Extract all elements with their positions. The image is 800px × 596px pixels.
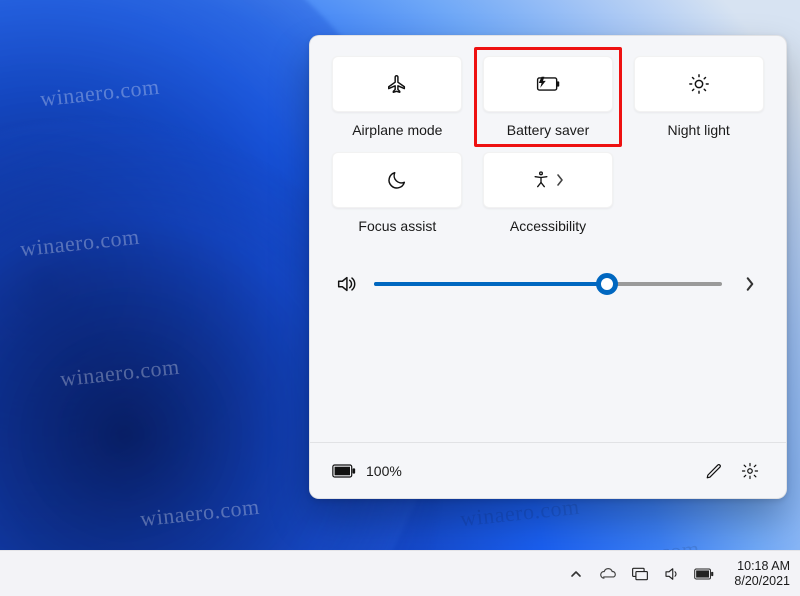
chevron-right-icon (555, 173, 565, 187)
tile-label: Airplane mode (352, 122, 442, 138)
tile-focus-assist: Focus assist (332, 152, 463, 234)
quick-settings-footer: 100% (310, 442, 786, 498)
speaker-icon[interactable] (332, 270, 360, 298)
airplane-mode-toggle[interactable] (332, 56, 462, 112)
tile-label: Focus assist (358, 218, 436, 234)
open-settings-button[interactable] (732, 453, 768, 489)
volume-slider-thumb[interactable] (596, 273, 618, 295)
network-tray-icon[interactable] (630, 564, 650, 584)
battery-percent-text: 100% (366, 463, 402, 479)
battery-tray-icon[interactable] (694, 564, 714, 584)
taskbar: 10:18 AM 8/20/2021 (0, 550, 800, 596)
tile-battery-saver: Battery saver (483, 56, 614, 138)
tray-overflow-button[interactable] (566, 564, 586, 584)
battery-saver-icon (535, 75, 561, 93)
pencil-icon (705, 462, 723, 480)
tile-accessibility: Accessibility (483, 152, 614, 234)
tile-label: Battery saver (507, 122, 589, 138)
gear-icon (741, 462, 759, 480)
battery-status[interactable]: 100% (332, 463, 402, 479)
accessibility-icon (531, 170, 551, 190)
volume-row (332, 270, 764, 298)
airplane-icon (386, 73, 408, 95)
quick-settings-flyout: Airplane mode Battery saver (309, 35, 787, 499)
tile-label: Accessibility (510, 218, 586, 234)
volume-flyout-expand[interactable] (736, 270, 764, 298)
moon-icon (386, 169, 408, 191)
tile-night-light: Night light (633, 56, 764, 138)
volume-slider[interactable] (374, 282, 722, 286)
tile-airplane-mode: Airplane mode (332, 56, 463, 138)
tile-label: Night light (668, 122, 730, 138)
night-light-toggle[interactable] (634, 56, 764, 112)
taskbar-time: 10:18 AM (737, 559, 790, 574)
volume-slider-fill (374, 282, 607, 286)
taskbar-date: 8/20/2021 (734, 574, 790, 589)
focus-assist-toggle[interactable] (332, 152, 462, 208)
battery-full-icon (332, 464, 356, 478)
quick-settings-tiles: Airplane mode Battery saver (332, 56, 764, 234)
system-tray: 10:18 AM 8/20/2021 (566, 559, 790, 589)
taskbar-clock[interactable]: 10:18 AM 8/20/2021 (734, 559, 790, 589)
battery-saver-toggle[interactable] (483, 56, 613, 112)
volume-tray-icon[interactable] (662, 564, 682, 584)
accessibility-toggle[interactable] (483, 152, 613, 208)
onedrive-tray-icon[interactable] (598, 564, 618, 584)
edit-quick-settings-button[interactable] (696, 453, 732, 489)
night-light-icon (688, 73, 710, 95)
